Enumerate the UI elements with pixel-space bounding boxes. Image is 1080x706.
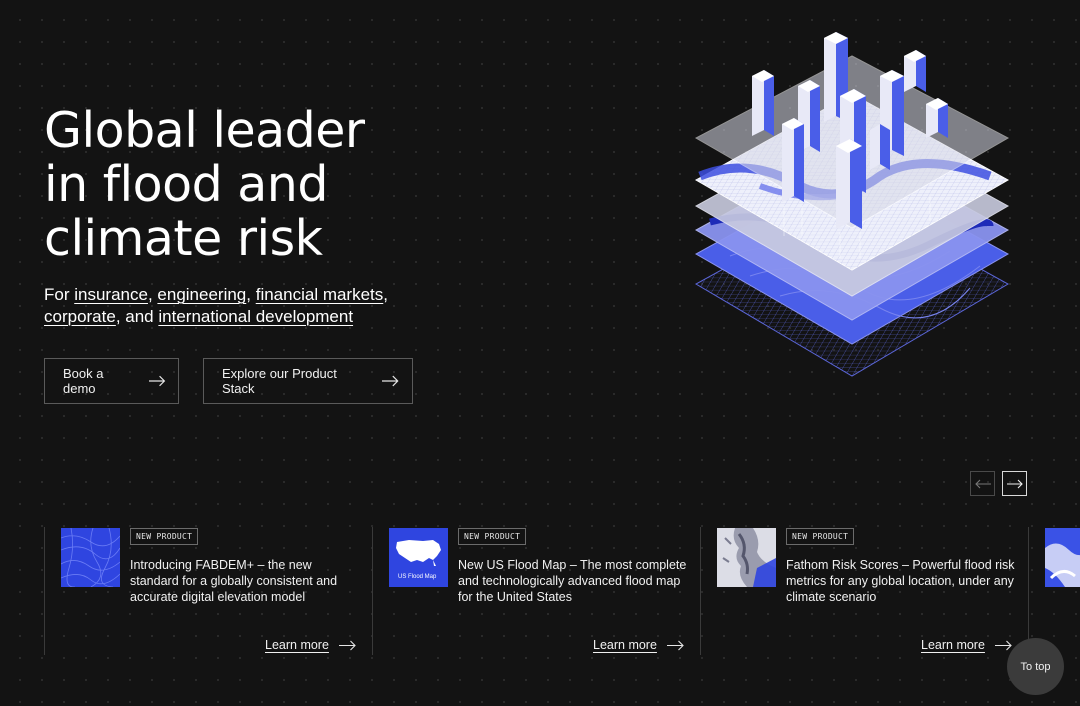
learn-more-link[interactable]: Learn more [593, 638, 685, 652]
arrow-right-icon [666, 640, 684, 650]
arrow-right-icon [382, 375, 399, 387]
learn-more-label: Learn more [921, 638, 985, 652]
new-product-badge: NEW PRODUCT [458, 528, 527, 545]
us-flood-map-thumbnail: US Flood Map [389, 528, 448, 587]
news-card[interactable]: US Flood Map NEW PRODUCT New US Flood Ma… [372, 527, 700, 655]
new-product-badge: NEW PRODUCT [130, 528, 199, 545]
link-engineering[interactable]: engineering [157, 285, 246, 304]
link-insurance[interactable]: insurance [74, 285, 148, 304]
separator: , and [115, 307, 159, 326]
learn-more-link[interactable]: Learn more [265, 638, 357, 652]
card-description: New US Flood Map – The most complete and… [458, 558, 687, 604]
hero-title: Global leader in flood and climate risk [44, 104, 365, 266]
separator: , [383, 285, 389, 304]
link-financial-markets[interactable]: financial markets [256, 285, 384, 304]
news-card-partial[interactable] [1028, 527, 1080, 655]
new-product-badge: NEW PRODUCT [786, 528, 855, 545]
to-top-button[interactable]: To top [1007, 638, 1064, 695]
link-international-development[interactable]: international development [158, 307, 353, 326]
arrow-right-icon [1006, 479, 1023, 488]
subtitle-prefix: For [44, 285, 75, 304]
to-top-label: To top [1020, 660, 1051, 673]
separator: , [246, 285, 256, 304]
news-card[interactable]: NEW PRODUCT Fathom Risk Scores – Powerfu… [700, 527, 1028, 655]
arrow-right-icon [338, 640, 356, 650]
thumbnail-label: US Flood Map [398, 574, 437, 580]
carousel-prev-button[interactable] [970, 471, 995, 496]
risk-map-thumbnail [717, 528, 776, 587]
learn-more-link[interactable]: Learn more [921, 638, 1013, 652]
arrow-right-icon [148, 375, 165, 387]
hero-title-line: in flood and [44, 156, 328, 213]
arrow-right-icon [994, 640, 1012, 650]
flood-map-thumbnail [1045, 528, 1080, 587]
arrow-left-icon [974, 479, 991, 488]
separator: , [147, 285, 158, 304]
learn-more-label: Learn more [593, 638, 657, 652]
hero-subtitle: For insurance, engineering, financial ma… [44, 284, 444, 328]
explore-product-stack-label: Explore our Product Stack [222, 366, 337, 396]
news-card[interactable]: NEW PRODUCT Introducing FABDEM+ – the ne… [44, 527, 372, 655]
learn-more-label: Learn more [265, 638, 329, 652]
carousel-next-button[interactable] [1002, 471, 1027, 496]
book-demo-label: Book a demo [63, 366, 104, 396]
elevation-map-thumbnail [61, 528, 120, 587]
hero-title-line: climate risk [44, 210, 323, 267]
card-description: Fathom Risk Scores – Powerful flood risk… [786, 558, 1015, 604]
link-corporate[interactable]: corporate [44, 307, 116, 326]
book-demo-button[interactable]: Book a demo [44, 358, 179, 404]
hero-title-line: Global leader [44, 102, 365, 159]
isometric-flood-layers-illustration [694, 32, 1010, 377]
explore-product-stack-button[interactable]: Explore our Product Stack [203, 358, 413, 404]
card-description: Introducing FABDEM+ – the new standard f… [130, 558, 338, 604]
